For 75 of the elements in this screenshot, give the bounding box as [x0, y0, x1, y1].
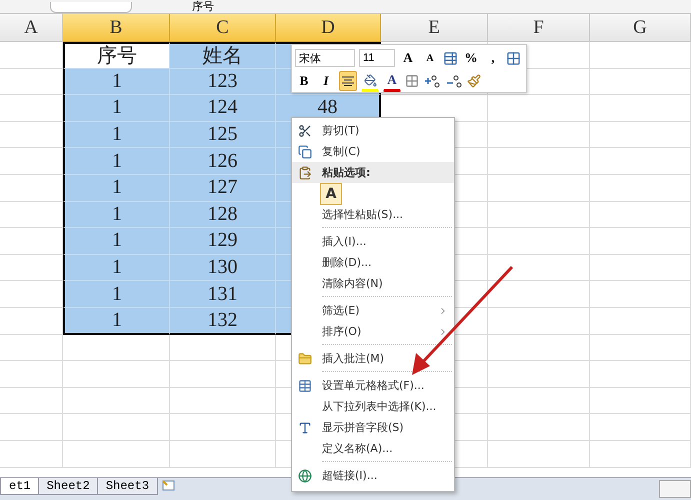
- menu-item[interactable]: 复制(C): [292, 141, 454, 162]
- format-button[interactable]: %: [462, 48, 480, 68]
- menu-item[interactable]: 筛选(E): [292, 300, 454, 321]
- borders-icon[interactable]: [405, 74, 419, 88]
- table-cell: 128: [170, 202, 276, 228]
- table-cell: 1: [63, 281, 170, 308]
- merge-icon[interactable]: [506, 50, 521, 66]
- menu-item[interactable]: 从下拉列表中选择(K)...: [292, 396, 454, 417]
- table-style-icon[interactable]: [443, 50, 458, 66]
- column-header[interactable]: A: [0, 14, 63, 42]
- globe-icon: [298, 468, 312, 482]
- scroll-bar[interactable]: [659, 480, 691, 498]
- table-cell: 1: [63, 308, 170, 335]
- font-dropdown[interactable]: 宋体: [295, 49, 355, 67]
- menu-item[interactable]: 排序(O): [292, 321, 454, 342]
- table-cell: 1: [63, 254, 170, 282]
- table-cell: 132: [170, 308, 276, 335]
- table-cell: 129: [170, 228, 276, 255]
- menu-item[interactable]: 清除内容(N): [292, 273, 454, 294]
- format-button[interactable]: ,: [484, 48, 502, 68]
- font-color-button[interactable]: A: [383, 70, 401, 92]
- format-painter-icon[interactable]: [467, 74, 481, 88]
- column-header[interactable]: G: [590, 14, 691, 42]
- insert-sheet-icon[interactable]: [162, 480, 176, 492]
- table-cell: 1: [63, 148, 170, 175]
- column-header[interactable]: E: [381, 14, 488, 42]
- sheet-tab[interactable]: et1: [0, 478, 40, 495]
- shrink-font-button[interactable]: A: [421, 48, 439, 68]
- decrease-decimal-icon[interactable]: [445, 73, 463, 89]
- table-cell: 姓名: [170, 42, 276, 69]
- table-cell: 1: [63, 122, 170, 148]
- table-cell: 130: [170, 254, 276, 282]
- menu-item[interactable]: 定义名称(A)...: [292, 438, 454, 459]
- copy-icon: [298, 144, 312, 158]
- grow-font-button[interactable]: A: [399, 48, 417, 68]
- font-size-dropdown[interactable]: 11: [359, 49, 395, 67]
- text-icon: [298, 420, 312, 434]
- menu-item[interactable]: 插入(I)...: [292, 231, 454, 252]
- table-cell: 124: [170, 95, 276, 122]
- align-center-button[interactable]: [339, 71, 357, 91]
- table-cell: 1: [63, 95, 170, 122]
- menu-item[interactable]: 选择性粘贴(S)...: [292, 204, 454, 225]
- italic-button[interactable]: I: [317, 71, 335, 91]
- paste-values-button[interactable]: A: [320, 182, 342, 204]
- menu-item[interactable]: 插入批注(M): [292, 348, 454, 369]
- table-cell: 127: [170, 174, 276, 202]
- table-cell: 序号: [63, 42, 170, 69]
- table-cell: 126: [170, 148, 276, 175]
- column-header[interactable]: F: [488, 14, 590, 42]
- menu-item[interactable]: 删除(D)...: [292, 252, 454, 273]
- sheet-tab[interactable]: Sheet3: [96, 478, 158, 495]
- column-header[interactable]: D: [276, 14, 381, 42]
- menu-item[interactable]: 显示拼音字段(S): [292, 417, 454, 438]
- sheet-tab[interactable]: Sheet2: [38, 478, 99, 495]
- column-header[interactable]: B: [63, 14, 170, 42]
- scissors-icon: [298, 124, 312, 138]
- table-cell: 1: [63, 68, 170, 96]
- column-header[interactable]: C: [170, 14, 276, 42]
- table-cell: 1: [63, 228, 170, 255]
- menu-item[interactable]: 设置单元格格式(F)...: [292, 375, 454, 396]
- bold-button[interactable]: B: [295, 71, 313, 91]
- align-center-icon: [342, 76, 354, 86]
- increase-decimal-icon[interactable]: [423, 73, 441, 89]
- menu-item[interactable]: 超链接(I)...: [292, 465, 454, 486]
- table-icon: [298, 378, 312, 392]
- formula-value: 序号: [192, 1, 214, 13]
- table-cell: 131: [170, 281, 276, 308]
- table-cell: 123: [170, 68, 276, 96]
- table-cell: 1: [63, 174, 170, 202]
- table-cell: 125: [170, 122, 276, 148]
- folder-icon: [298, 352, 312, 366]
- clipboard-icon: [298, 166, 312, 180]
- menu-item[interactable]: 剪切(T): [292, 120, 454, 141]
- table-cell: 1: [63, 202, 170, 228]
- menu-header: 粘贴选项:: [292, 162, 454, 183]
